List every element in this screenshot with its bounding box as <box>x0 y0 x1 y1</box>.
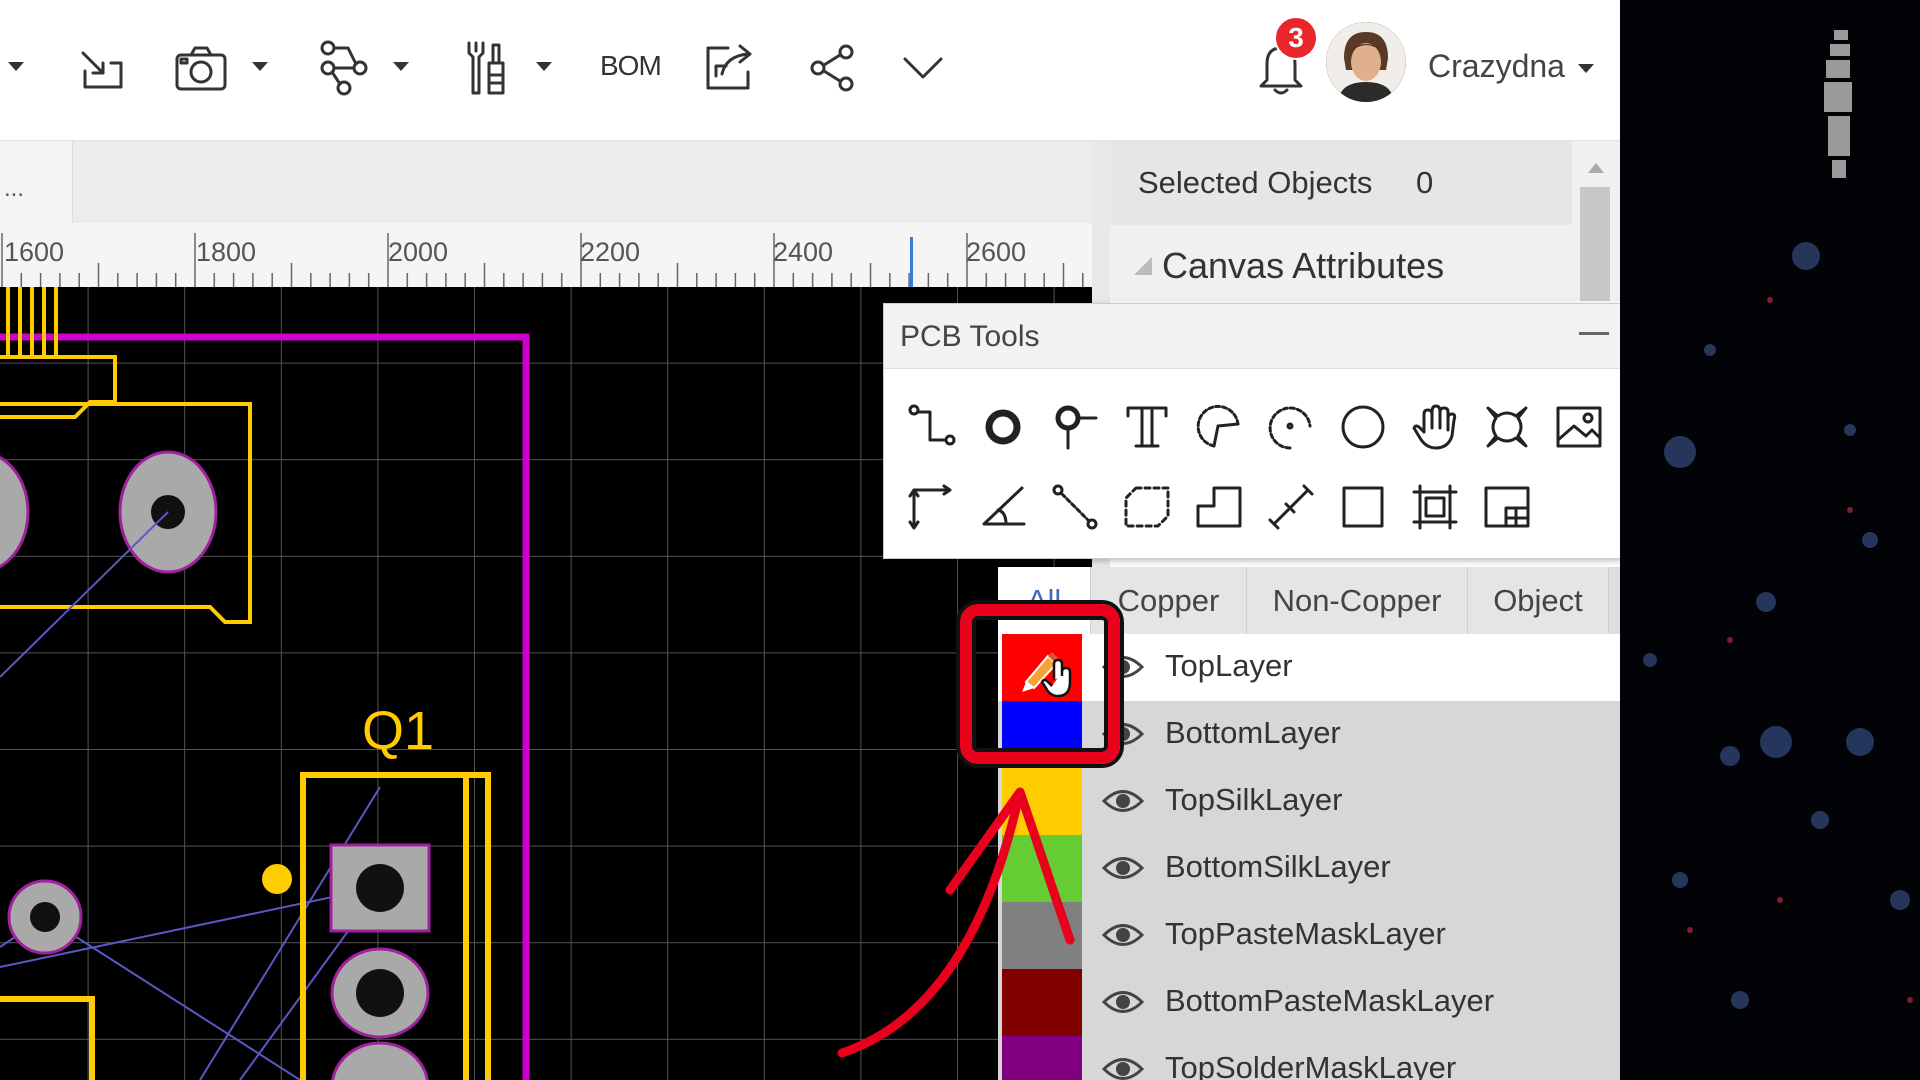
ruler-ticks <box>1 233 1084 287</box>
pad-icon[interactable] <box>978 402 1028 452</box>
easyeda-editor: BOM 3 Crazydna ... 1600 1800 2000 2200 2… <box>0 0 1620 1080</box>
track-icon[interactable] <box>906 402 956 452</box>
camera-dropdown-caret[interactable] <box>252 62 268 71</box>
layer-name: BottomLayer <box>1165 715 1341 750</box>
layer-name: TopSilkLayer <box>1165 782 1343 817</box>
circle-icon[interactable] <box>1338 402 1388 452</box>
layer-row[interactable]: BottomPasteMaskLayer <box>998 969 1620 1036</box>
dropdown-caret[interactable] <box>8 62 24 71</box>
export-icon[interactable] <box>700 38 758 98</box>
q1-designator: Q1 <box>362 701 434 761</box>
eye-icon[interactable] <box>1101 1054 1145 1080</box>
highlight-box <box>960 604 1120 764</box>
document-tabstrip: ... <box>0 141 1095 223</box>
component-icon[interactable] <box>1482 482 1532 532</box>
group-icon[interactable] <box>1410 482 1460 532</box>
user-menu[interactable]: Crazydna <box>1428 48 1594 85</box>
layer-name: TopLayer <box>1165 648 1293 683</box>
pcb-tools-panel: PCB Tools <box>883 303 1620 559</box>
document-tab[interactable]: ... <box>0 141 73 223</box>
pad-hole <box>356 969 404 1017</box>
solid-region-icon[interactable] <box>1122 482 1172 532</box>
share-icon[interactable] <box>806 38 858 98</box>
import-icon[interactable] <box>72 38 132 98</box>
tab-object[interactable]: Object <box>1468 567 1609 635</box>
via-icon[interactable] <box>1050 402 1100 452</box>
share-network-icon[interactable] <box>316 38 372 98</box>
scroll-thumb[interactable] <box>1580 187 1610 301</box>
arc-icon[interactable] <box>1194 402 1244 452</box>
collapse-triangle-icon[interactable] <box>1134 257 1152 275</box>
tools-icon[interactable] <box>458 38 514 98</box>
properties-panel: Selected Objects 0 Canvas Attributes <box>1110 141 1620 301</box>
bom-button[interactable]: BOM <box>600 50 662 82</box>
eye-icon[interactable] <box>1101 853 1145 883</box>
image-icon[interactable] <box>1554 402 1604 452</box>
layer-row[interactable]: TopSolderMaskLayer <box>998 1036 1620 1080</box>
connect-pad-icon[interactable] <box>1050 482 1100 532</box>
layer-name: TopPasteMaskLayer <box>1165 916 1446 951</box>
pad-hole <box>356 864 404 912</box>
layer-name: TopSolderMaskLayer <box>1165 1050 1457 1080</box>
username: Crazydna <box>1428 48 1565 84</box>
top-toolbar: BOM 3 Crazydna <box>0 0 1620 141</box>
ruler-label: 1800 <box>196 237 257 267</box>
angle-icon[interactable] <box>978 482 1028 532</box>
cutout-icon[interactable] <box>1194 482 1244 532</box>
network-dropdown-caret[interactable] <box>393 62 409 71</box>
line-icon[interactable] <box>1266 482 1316 532</box>
canvas-attributes-header[interactable]: Canvas Attributes <box>1162 245 1444 287</box>
cursor-position-marker <box>910 237 913 287</box>
horizontal-ruler: 1600 1800 2000 2200 2400 2600 <box>0 223 1092 288</box>
layer-name: BottomSilkLayer <box>1165 849 1391 884</box>
center-arc-icon[interactable] <box>1266 402 1316 452</box>
rectangle-icon[interactable] <box>1338 482 1388 532</box>
camera-icon[interactable] <box>170 38 232 98</box>
selected-objects-count: 0 <box>1416 165 1434 200</box>
scroll-up-icon[interactable] <box>1588 163 1604 173</box>
layer-row[interactable]: TopSilkLayer <box>998 768 1620 835</box>
avatar[interactable] <box>1326 22 1406 102</box>
tools-dropdown-caret[interactable] <box>536 62 552 71</box>
ruler-label: 2200 <box>580 237 641 267</box>
ruler-label: 2000 <box>388 237 449 267</box>
ruler-label: 2600 <box>966 237 1027 267</box>
eye-icon[interactable] <box>1101 786 1145 816</box>
ruler-label: 2400 <box>773 237 834 267</box>
via-hole <box>30 902 60 932</box>
properties-scrollbar[interactable] <box>1578 141 1618 301</box>
notification-badge: 3 <box>1274 16 1318 60</box>
layer-row[interactable]: BottomSilkLayer <box>998 835 1620 902</box>
annotation-arrow <box>837 787 1075 1058</box>
dimension-icon[interactable] <box>906 482 956 532</box>
chevron-down-icon[interactable] <box>898 38 948 98</box>
minimize-icon[interactable] <box>1579 332 1609 335</box>
pin1-marker <box>262 864 292 894</box>
pan-hand-icon[interactable] <box>1410 402 1460 452</box>
text-icon[interactable] <box>1122 402 1172 452</box>
eye-icon[interactable] <box>1101 920 1145 950</box>
layer-row[interactable]: TopPasteMaskLayer <box>998 902 1620 969</box>
pcb-tools-header[interactable]: PCB Tools <box>884 304 1620 369</box>
selected-objects-row: Selected Objects 0 <box>1110 141 1572 225</box>
eye-icon[interactable] <box>1101 987 1145 1017</box>
copper-area-icon[interactable] <box>1482 402 1532 452</box>
layer-name: BottomPasteMaskLayer <box>1165 983 1495 1018</box>
bubbles-image <box>1620 0 1920 1080</box>
selected-objects-label: Selected Objects <box>1138 165 1373 200</box>
user-dropdown-caret <box>1577 64 1594 74</box>
background-video-strip <box>1620 0 1920 1080</box>
tab-non-copper[interactable]: Non-Copper <box>1247 567 1468 635</box>
pcb-tools-title: PCB Tools <box>900 320 1040 353</box>
ruler-label: 1600 <box>4 237 65 267</box>
